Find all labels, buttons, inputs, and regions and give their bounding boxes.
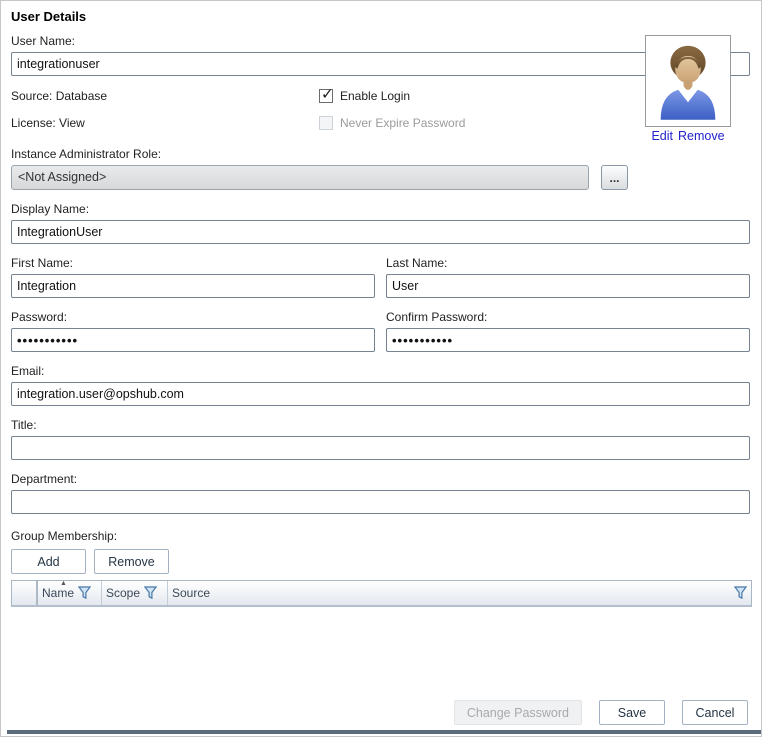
enable-login-checkbox[interactable] (319, 89, 333, 103)
instance-admin-role-label: Instance Administrator Role: (11, 147, 750, 161)
first-name-input[interactable] (11, 274, 375, 298)
panel-bottom-border (7, 730, 761, 734)
email-label: Email: (11, 364, 750, 378)
license-label: License: (11, 116, 56, 130)
source-label: Source: (11, 89, 52, 103)
title-input[interactable] (11, 436, 750, 460)
add-group-button[interactable]: Add (11, 549, 86, 574)
change-password-button: Change Password (454, 700, 582, 725)
source-text: Source: Database (11, 89, 319, 103)
filter-icon[interactable] (144, 586, 157, 600)
user-name-label: User Name: (11, 34, 750, 48)
password-input[interactable] (11, 328, 375, 352)
footer-actions: Change Password Save Cancel (454, 700, 748, 725)
confirm-password-input[interactable] (386, 328, 750, 352)
page-title: User Details (11, 9, 750, 24)
license-value: View (59, 116, 85, 130)
user-details-panel: User Details User Name: Source: Database… (0, 0, 762, 737)
last-name-input[interactable] (386, 274, 750, 298)
user-name-input[interactable] (11, 52, 750, 76)
column-header-source-label: Source (172, 586, 210, 600)
user-avatar-image (651, 40, 725, 122)
filter-icon[interactable] (734, 586, 747, 600)
group-table-header: ▲ Name Scope Source (11, 580, 752, 607)
column-header-name-label: Name (42, 586, 74, 600)
never-expire-checkbox (319, 116, 333, 130)
column-header-scope[interactable]: Scope (102, 581, 168, 605)
display-name-label: Display Name: (11, 202, 750, 216)
save-button[interactable]: Save (599, 700, 665, 725)
avatar-edit-link[interactable]: Edit (651, 129, 673, 143)
enable-login-checkbox-row: Enable Login (319, 89, 410, 103)
display-name-input[interactable] (11, 220, 750, 244)
last-name-label: Last Name: (386, 256, 750, 270)
email-input[interactable] (11, 382, 750, 406)
first-name-label: First Name: (11, 256, 375, 270)
avatar-section: Edit Remove (644, 35, 732, 143)
group-membership-label: Group Membership: (11, 529, 750, 543)
column-header-source[interactable]: Source (168, 581, 751, 605)
filter-icon[interactable] (78, 586, 91, 600)
column-header-name[interactable]: ▲ Name (38, 581, 102, 605)
row-selector-column-header (12, 581, 38, 605)
confirm-password-label: Confirm Password: (386, 310, 750, 324)
browse-role-button[interactable]: ... (601, 165, 628, 190)
department-label: Department: (11, 472, 750, 486)
column-header-scope-label: Scope (106, 586, 140, 600)
title-label: Title: (11, 418, 750, 432)
source-value: Database (56, 89, 107, 103)
never-expire-label: Never Expire Password (340, 116, 465, 130)
enable-login-label: Enable Login (340, 89, 410, 103)
never-expire-checkbox-row: Never Expire Password (319, 116, 465, 130)
cancel-button[interactable]: Cancel (682, 700, 748, 725)
avatar-remove-link[interactable]: Remove (678, 129, 725, 143)
password-label: Password: (11, 310, 375, 324)
instance-admin-role-value: <Not Assigned> (11, 165, 589, 190)
license-text: License: View (11, 116, 319, 130)
sort-ascending-icon: ▲ (60, 580, 67, 588)
department-input[interactable] (11, 490, 750, 514)
remove-group-button[interactable]: Remove (94, 549, 169, 574)
avatar-links: Edit Remove (644, 129, 732, 143)
avatar (645, 35, 731, 127)
